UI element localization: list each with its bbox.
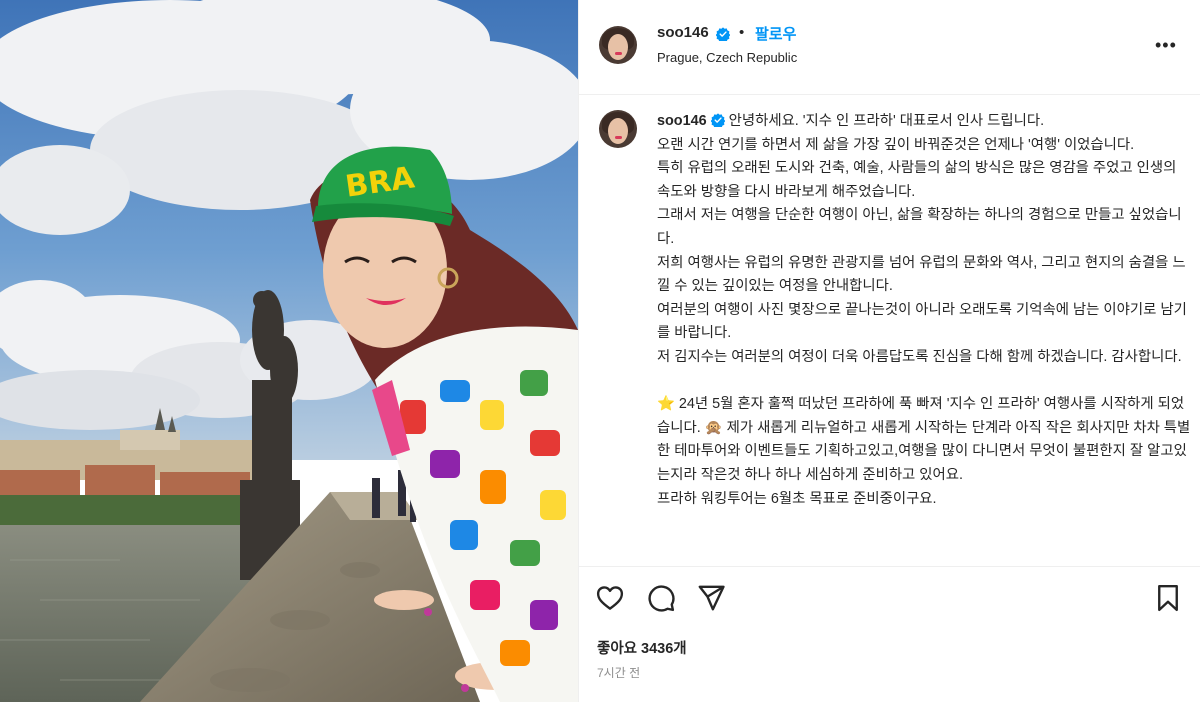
post-username[interactable]: soo146 bbox=[657, 24, 709, 41]
comment-icon[interactable] bbox=[646, 583, 676, 613]
star-emoji-icon: ⭐ bbox=[657, 396, 675, 413]
caption-text: soo146 안녕하세요. '지수 인 프라하' 대표로서 인사 드립니다. 오… bbox=[657, 110, 1192, 511]
more-options-icon[interactable]: ••• bbox=[1155, 36, 1177, 54]
post-location[interactable]: Prague, Czech Republic bbox=[657, 50, 797, 65]
monkey-emoji-icon: 🙊 bbox=[704, 419, 723, 436]
follow-button[interactable]: 팔로우 bbox=[755, 23, 796, 44]
caption-line: 오랜 시간 연기를 하면서 제 삶을 가장 깊이 바꿔준것은 언제나 '여행' … bbox=[657, 136, 1135, 153]
caption-line: 안녕하세요. '지수 인 프라하' 대표로서 인사 드립니다. bbox=[728, 113, 1045, 129]
heart-icon[interactable] bbox=[595, 583, 625, 613]
caption-username[interactable]: soo146 bbox=[657, 113, 707, 129]
caption-area: soo146 안녕하세요. '지수 인 프라하' 대표로서 인사 드립니다. 오… bbox=[579, 96, 1200, 564]
action-bar: 좋아요 3436개 7시간 전 bbox=[579, 566, 1200, 702]
caption-line: 제가 새롭게 리뉴얼하고 새롭게 시작하는 단계라 아직 작은 회사지만 차차 … bbox=[657, 419, 1191, 483]
caption-line: 저 김지수는 여러분의 여정이 더욱 아름답도록 진심을 다해 함께 하겠습니다… bbox=[657, 348, 1182, 365]
likes-count[interactable]: 좋아요 3436개 bbox=[597, 637, 687, 658]
caption-line: 그래서 저는 여행을 단순한 여행이 아닌, 삶을 확장하는 하나의 경험으로 … bbox=[657, 207, 1182, 247]
caption-line: 저희 여행사는 유럽의 유명한 관광지를 넘어 유럽의 문화와 역사, 그리고 … bbox=[657, 254, 1186, 295]
post-detail-panel: soo146 • 팔로우 Prague, Czech Republic ••• … bbox=[578, 0, 1200, 702]
post-photo[interactable]: BRA bbox=[0, 0, 578, 702]
send-icon[interactable] bbox=[696, 583, 726, 613]
post-timestamp[interactable]: 7시간 전 bbox=[597, 664, 640, 681]
profile-avatar[interactable] bbox=[599, 26, 637, 64]
caption-avatar[interactable] bbox=[599, 110, 637, 148]
caption-line: 특히 유럽의 오래된 도시와 건축, 예술, 사람들의 삶의 방식은 많은 영감… bbox=[657, 160, 1177, 200]
caption-line: 프라하 워킹투어는 6월초 목표로 준비중이구요. bbox=[657, 490, 937, 507]
bookmark-icon[interactable] bbox=[1153, 583, 1183, 613]
verified-badge-icon bbox=[713, 26, 730, 44]
caption-line: 여러분의 여행이 사진 몇장으로 끝나는것이 아니라 오래도록 기억속에 남는 … bbox=[657, 301, 1187, 342]
post-header: soo146 • 팔로우 Prague, Czech Republic ••• bbox=[579, 0, 1200, 95]
separator-dot: • bbox=[739, 24, 745, 41]
photo-illustration: BRA bbox=[0, 0, 578, 702]
verified-badge-icon bbox=[710, 113, 725, 127]
